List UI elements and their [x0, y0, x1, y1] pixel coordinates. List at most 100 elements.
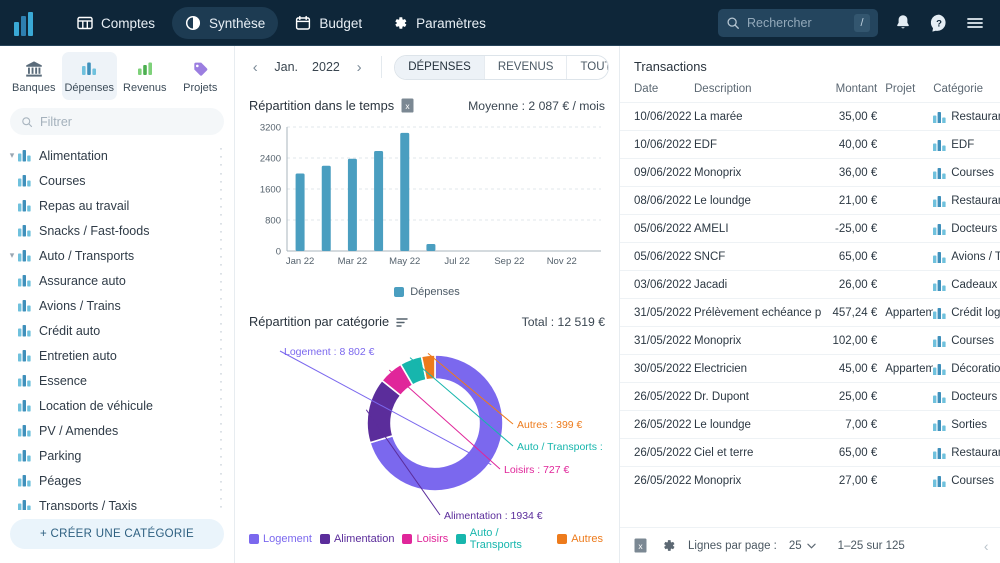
category-menu-icon[interactable]: ··· — [216, 394, 226, 418]
panel-title: Répartition dans le temps x — [249, 98, 414, 113]
sidebar-tab-depenses[interactable]: Dépenses — [62, 52, 118, 100]
table-row[interactable]: 03/06/2022Jacadi26,00 €Cadeaux / Dons — [620, 270, 1000, 298]
cell-description: Prélèvement echéance p — [694, 307, 827, 319]
category-menu-icon[interactable]: ··· — [216, 219, 226, 243]
category-menu-icon[interactable]: ··· — [216, 419, 226, 443]
total-label: Total : 12 519 € — [522, 315, 605, 329]
donut-chart-legend: Logement Alimentation Loisirs Auto / Transp… — [249, 523, 605, 557]
category-item[interactable]: PV / Amendes··· — [0, 418, 234, 443]
tab-revenus[interactable]: REVENUS — [485, 56, 568, 79]
table-row[interactable]: 26/05/2022Le loundge7,00 €Sorties — [620, 410, 1000, 438]
filter-input[interactable]: Filtrer — [10, 108, 224, 135]
table-row[interactable]: 26/05/2022Ciel et terre65,00 €Restaurant… — [620, 438, 1000, 466]
nav-item-synthese[interactable]: Synthèse — [172, 7, 278, 39]
gear-icon[interactable] — [661, 538, 676, 553]
tab-tout[interactable]: TOUT — [567, 56, 609, 79]
table-row[interactable]: 26/05/2022Dr. Dupont25,00 €Docteurs — [620, 382, 1000, 410]
category-bars-icon — [18, 399, 32, 412]
category-item[interactable]: Location de véhicule··· — [0, 393, 234, 418]
legend-item[interactable]: Alimentation — [320, 533, 395, 545]
column-header-description[interactable]: Description — [694, 83, 827, 95]
category-menu-icon[interactable]: ··· — [216, 494, 226, 511]
category-menu-icon[interactable]: ··· — [216, 319, 226, 343]
chevron-down-icon[interactable]: ▾ — [6, 250, 18, 261]
sidebar-tab-revenus[interactable]: Revenus — [117, 52, 173, 100]
category-item[interactable]: Essence··· — [0, 368, 234, 393]
svg-text:2400: 2400 — [260, 154, 281, 165]
cell-montant: 40,00 € — [827, 139, 885, 151]
column-header-date[interactable]: Date — [634, 83, 694, 95]
cell-date: 26/05/2022 — [634, 447, 694, 459]
category-item[interactable]: Repas au travail··· — [0, 193, 234, 218]
column-header-projet[interactable]: Projet — [885, 83, 933, 95]
current-month-label[interactable]: Jan. — [269, 60, 303, 74]
bell-icon[interactable] — [892, 12, 914, 34]
cell-categorie-label: Restaurants — [951, 195, 1000, 207]
category-list[interactable]: ▾Alimentation···Courses···Repas au trava… — [0, 143, 234, 510]
current-year-label[interactable]: 2022 — [307, 60, 345, 74]
hamburger-menu-icon[interactable] — [964, 12, 986, 34]
legend-item[interactable]: Logement — [249, 533, 312, 545]
table-row[interactable]: 31/05/2022Prélèvement echéance p457,24 €… — [620, 298, 1000, 326]
category-item[interactable]: Péages··· — [0, 468, 234, 493]
sidebar-tab-projets[interactable]: Projets — [173, 52, 229, 100]
legend-swatch — [320, 534, 330, 544]
prev-month-button[interactable]: ‹ — [245, 56, 265, 78]
table-row[interactable]: 09/06/2022Monoprix36,00 €Courses — [620, 158, 1000, 186]
table-row[interactable]: 08/06/2022Le loundge21,00 €Restaurants — [620, 186, 1000, 214]
category-menu-icon[interactable]: ··· — [216, 144, 226, 168]
tab-depenses[interactable]: DÉPENSES — [395, 56, 485, 79]
table-row[interactable]: 26/05/2022Monoprix27,00 €Courses — [620, 466, 1000, 494]
legend-item[interactable]: Auto / Transports — [456, 527, 549, 551]
category-menu-icon[interactable]: ··· — [216, 244, 226, 268]
category-menu-icon[interactable]: ··· — [216, 344, 226, 368]
rows-per-page-select[interactable]: 25 — [789, 540, 816, 552]
nav-item-budget[interactable]: Budget — [282, 7, 375, 39]
category-item[interactable]: ▾Auto / Transports··· — [0, 243, 234, 268]
category-menu-icon[interactable]: ··· — [216, 444, 226, 468]
prev-page-button[interactable]: ‹ — [976, 536, 996, 556]
sidebar-tab-banques[interactable]: Banques — [6, 52, 62, 100]
create-category-button[interactable]: + CRÉER UNE CATÉGORIE — [10, 519, 224, 549]
search-input[interactable]: Rechercher / — [718, 9, 878, 37]
category-item[interactable]: Assurance auto··· — [0, 268, 234, 293]
category-item[interactable]: Parking··· — [0, 443, 234, 468]
table-row[interactable]: 10/06/2022La marée35,00 €Restaurants — [620, 102, 1000, 130]
table-row[interactable]: 05/06/2022SNCF65,00 €Avions / Trains — [620, 242, 1000, 270]
search-placeholder: Rechercher — [747, 16, 847, 30]
column-header-montant[interactable]: Montant — [827, 83, 885, 95]
app-logo[interactable] — [14, 10, 44, 36]
category-item[interactable]: Crédit auto··· — [0, 318, 234, 343]
category-item[interactable]: Avions / Trains··· — [0, 293, 234, 318]
category-menu-icon[interactable]: ··· — [216, 469, 226, 493]
help-icon[interactable]: ? — [928, 12, 950, 34]
category-item[interactable]: Snacks / Fast-foods··· — [0, 218, 234, 243]
category-item[interactable]: Courses··· — [0, 168, 234, 193]
legend-item[interactable]: Autres — [557, 533, 603, 545]
category-menu-icon[interactable]: ··· — [216, 169, 226, 193]
cell-description: Monoprix — [694, 475, 827, 487]
nav-item-comptes[interactable]: Comptes — [64, 7, 168, 39]
legend-item[interactable]: Loisirs — [402, 533, 448, 545]
nav-item-parametres[interactable]: Paramètres — [379, 7, 499, 39]
category-bars-icon — [18, 299, 32, 312]
table-row[interactable]: 10/06/2022EDF40,00 €EDF — [620, 130, 1000, 158]
category-item[interactable]: Transports / Taxis··· — [0, 493, 234, 510]
category-menu-icon[interactable]: ··· — [216, 369, 226, 393]
category-bars-icon — [18, 199, 32, 212]
table-row[interactable]: 30/05/2022Electricien45,00 €AppartemerDé… — [620, 354, 1000, 382]
column-header-categorie[interactable]: Catégorie — [933, 83, 1000, 95]
table-row[interactable]: 31/05/2022Monoprix102,00 €Courses — [620, 326, 1000, 354]
category-bars-icon — [18, 149, 32, 162]
category-item[interactable]: Entretien auto··· — [0, 343, 234, 368]
sort-icon[interactable] — [396, 316, 410, 328]
category-menu-icon[interactable]: ··· — [216, 269, 226, 293]
category-item[interactable]: ▾Alimentation··· — [0, 143, 234, 168]
export-xls-icon[interactable]: x — [634, 538, 649, 553]
table-row[interactable]: 05/06/2022AMELI-25,00 €Docteurs — [620, 214, 1000, 242]
next-month-button[interactable]: › — [349, 56, 369, 78]
export-xls-icon[interactable]: x — [401, 98, 414, 113]
category-menu-icon[interactable]: ··· — [216, 194, 226, 218]
category-menu-icon[interactable]: ··· — [216, 294, 226, 318]
chevron-down-icon[interactable]: ▾ — [6, 150, 18, 161]
